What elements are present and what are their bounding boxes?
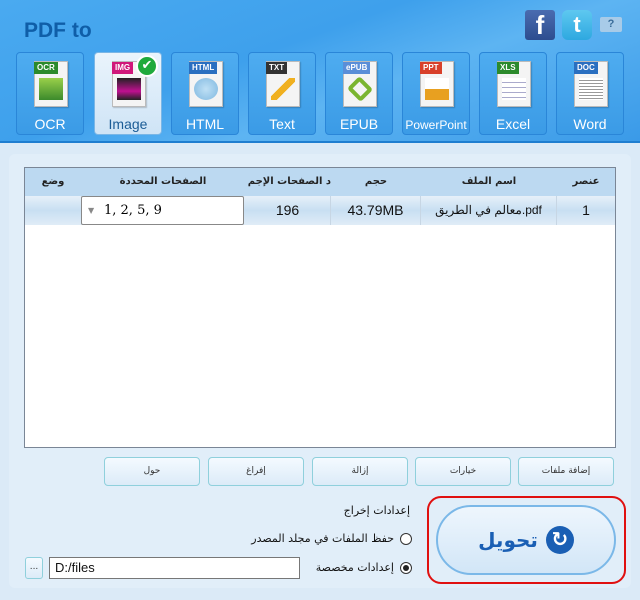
- convert-button[interactable]: تحويل ↻: [436, 505, 616, 575]
- col-total-pages[interactable]: د الصفحات الإجم: [245, 168, 331, 196]
- format-image[interactable]: IMG ✔ Image: [94, 52, 162, 135]
- refresh-icon: ↻: [545, 526, 574, 554]
- radio-source-folder[interactable]: حفظ الملفات في مجلد المصدر: [251, 532, 412, 545]
- table-row[interactable]: 1 معالم في الطريق.pdf 43.79MB 196 ▼ 1, 2…: [25, 196, 615, 225]
- col-filename[interactable]: اسم الملف: [421, 168, 557, 196]
- selected-pages-combobox[interactable]: ▼ 1, 2, 5, 9: [81, 196, 244, 225]
- remove-button[interactable]: إزالة: [312, 457, 408, 486]
- file-table[interactable]: عنصر اسم الملف حجم د الصفحات الإجم الصفح…: [24, 167, 616, 448]
- header: PDF to f t ? OCR OCR IMG ✔ Image HTML HT…: [0, 0, 640, 143]
- cell-size: 43.79MB: [331, 196, 421, 225]
- table-header: عنصر اسم الملف حجم د الصفحات الإجم الصفح…: [25, 168, 615, 196]
- selected-pages-value: 1, 2, 5, 9: [104, 203, 162, 218]
- app-title: PDF to: [24, 19, 92, 42]
- output-settings-label: إعدادات إخراج: [343, 504, 410, 517]
- add-files-button[interactable]: إضافة ملفات: [518, 457, 614, 486]
- options-button[interactable]: خيارات: [415, 457, 511, 486]
- format-text[interactable]: TXT Text: [248, 52, 316, 135]
- cell-status: [25, 196, 81, 225]
- word-file-icon: DOC: [574, 61, 608, 107]
- col-index[interactable]: عنصر: [557, 168, 615, 196]
- epub-file-icon: ePUB: [343, 61, 377, 107]
- format-ocr[interactable]: OCR OCR: [16, 52, 84, 135]
- cell-filename: معالم في الطريق.pdf: [421, 196, 557, 225]
- clear-button[interactable]: إفراغ: [208, 457, 304, 486]
- about-button[interactable]: حول: [104, 457, 200, 486]
- col-size[interactable]: حجم: [331, 168, 421, 196]
- cell-total-pages: 196: [245, 196, 331, 225]
- twitter-icon[interactable]: t: [562, 10, 592, 40]
- text-file-icon: TXT: [266, 61, 300, 107]
- selected-check-icon: ✔: [136, 55, 158, 77]
- convert-label: تحويل: [478, 528, 538, 552]
- ppt-file-icon: PPT: [420, 61, 454, 107]
- dropdown-arrow-icon[interactable]: ▼: [88, 197, 94, 224]
- radio-custom[interactable]: إعدادات مخصصة: [316, 561, 412, 574]
- radio-source-label: حفظ الملفات في مجلد المصدر: [251, 532, 394, 545]
- cell-index: 1: [582, 202, 590, 218]
- help-icon[interactable]: ?: [600, 17, 622, 32]
- format-word[interactable]: DOC Word: [556, 52, 624, 135]
- col-selected-pages[interactable]: الصفحات المحددة: [81, 168, 245, 196]
- radio-source-indicator[interactable]: [400, 532, 412, 545]
- browse-button[interactable]: ...: [25, 557, 43, 579]
- col-status[interactable]: وضع: [25, 168, 81, 196]
- format-excel[interactable]: XLS Excel: [479, 52, 547, 135]
- format-html[interactable]: HTML HTML: [171, 52, 239, 135]
- output-path-input[interactable]: D:/files: [49, 557, 300, 579]
- format-toolbar: OCR OCR IMG ✔ Image HTML HTML TXT Text e…: [16, 52, 626, 135]
- format-powerpoint[interactable]: PPT PowerPoint: [402, 52, 470, 135]
- radio-custom-label: إعدادات مخصصة: [315, 561, 394, 574]
- facebook-icon[interactable]: f: [525, 10, 555, 40]
- ocr-file-icon: OCR: [34, 61, 68, 107]
- html-file-icon: HTML: [189, 61, 223, 107]
- excel-file-icon: XLS: [497, 61, 531, 107]
- format-epub[interactable]: ePUB EPUB: [325, 52, 393, 135]
- radio-custom-indicator[interactable]: [400, 561, 412, 574]
